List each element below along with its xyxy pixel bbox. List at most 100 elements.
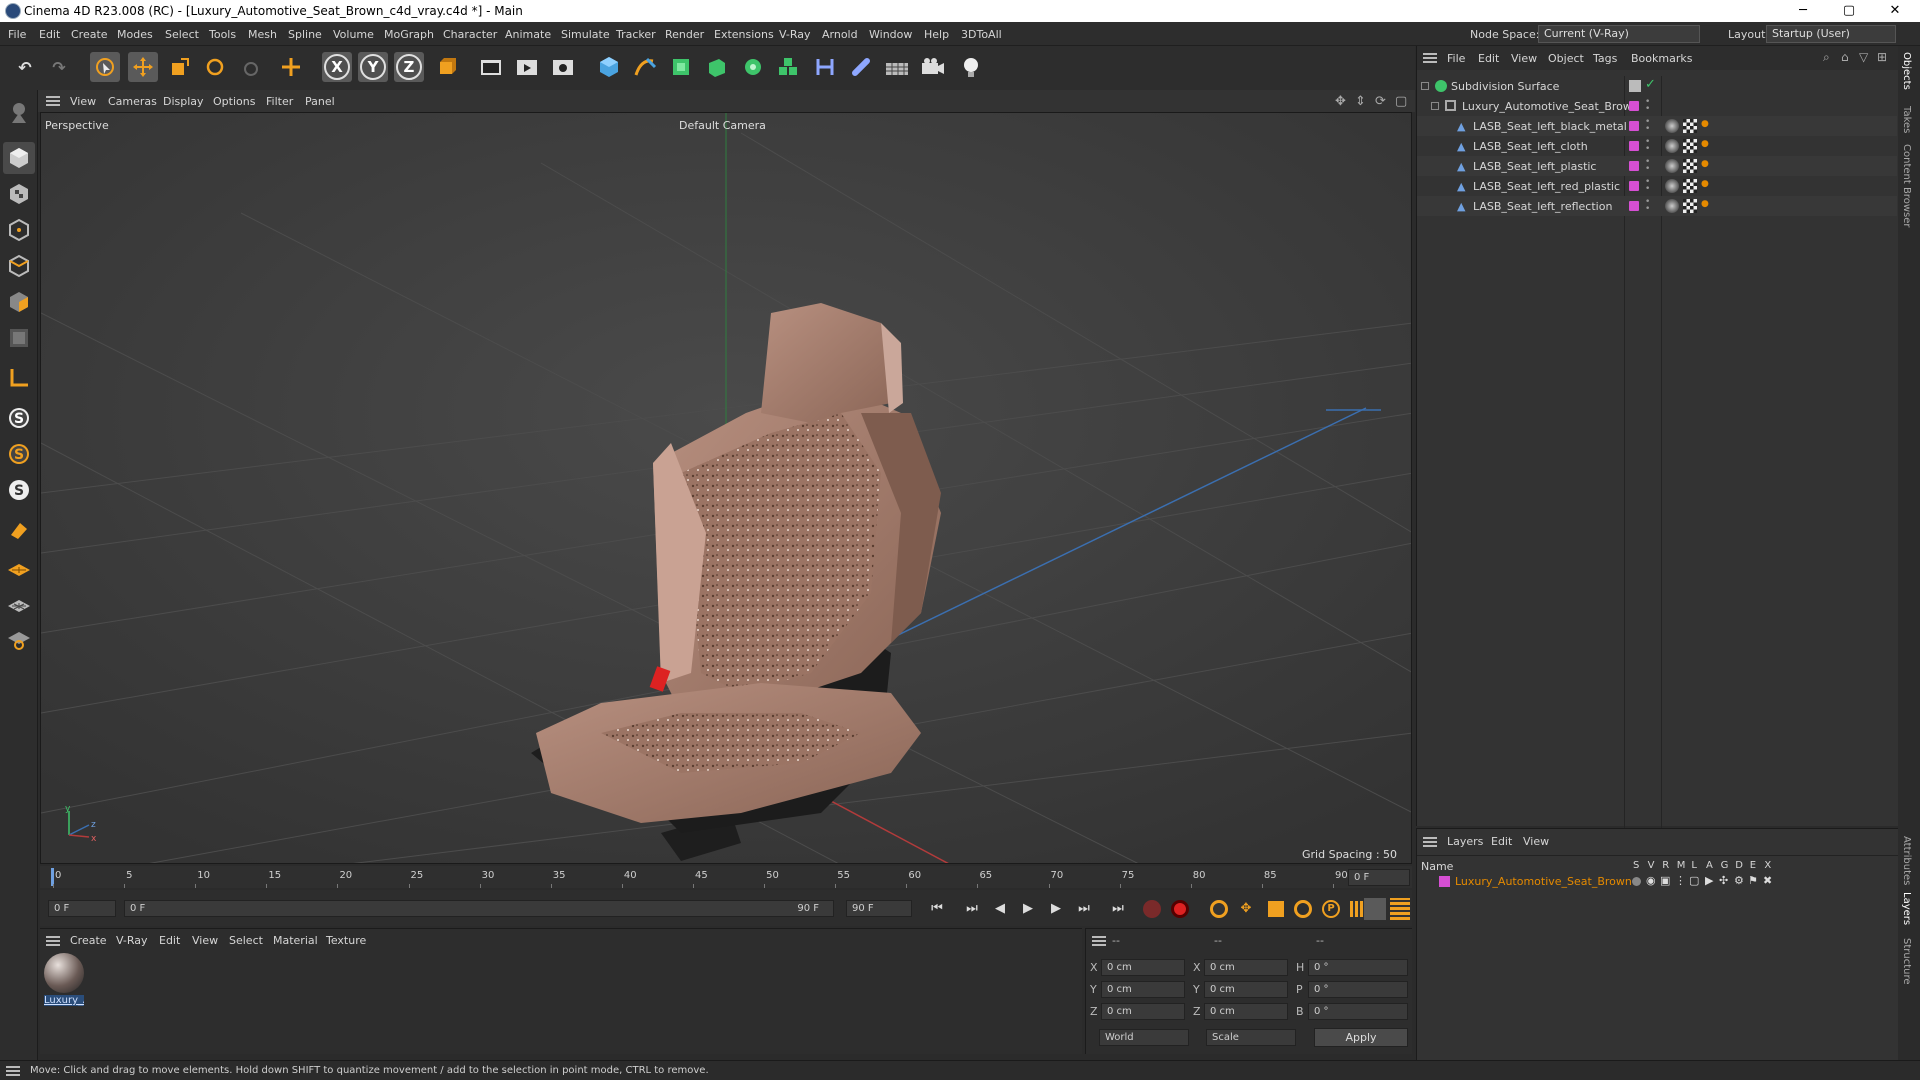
selection-tag-icon[interactable]: ● bbox=[1701, 179, 1709, 189]
polygon-mode-icon[interactable] bbox=[3, 286, 35, 318]
mograph-icon[interactable] bbox=[774, 52, 804, 82]
material-tag-icon[interactable] bbox=[1665, 199, 1679, 213]
layer-color-swatch[interactable] bbox=[1629, 201, 1639, 211]
coordinates-menu-icon[interactable] bbox=[1092, 936, 1106, 946]
viewport-menu-panel[interactable]: Panel bbox=[305, 95, 335, 108]
pos-y-field[interactable]: 0 cm bbox=[1101, 981, 1185, 998]
collapse-icon[interactable] bbox=[1431, 102, 1439, 110]
filter-icon[interactable]: ▽ bbox=[1859, 50, 1868, 64]
view-visible-icon[interactable]: ◉ bbox=[1646, 874, 1656, 887]
viewport-menu-display[interactable]: Display bbox=[163, 95, 204, 108]
cloner-icon[interactable] bbox=[738, 52, 768, 82]
go-to-last-frame-icon[interactable]: ⏭ bbox=[1108, 899, 1128, 919]
create-object-icon[interactable] bbox=[276, 52, 306, 82]
size-y-field[interactable]: 0 cm bbox=[1204, 981, 1288, 998]
size-z-field[interactable]: 0 cm bbox=[1204, 1003, 1288, 1020]
render-visible-icon[interactable]: ▣ bbox=[1660, 874, 1670, 887]
light-icon[interactable] bbox=[956, 52, 986, 82]
timeline-window-icon[interactable] bbox=[1390, 898, 1410, 920]
menu-vray[interactable]: V-Ray bbox=[779, 28, 811, 41]
generators-icon[interactable]: ✣ bbox=[1719, 874, 1728, 887]
material-tag-icon[interactable] bbox=[1665, 139, 1679, 153]
uvw-tag-icon[interactable] bbox=[1683, 139, 1697, 153]
tab-structure[interactable]: Structure bbox=[1901, 938, 1912, 985]
texture-mode-icon[interactable] bbox=[3, 178, 35, 210]
menu-spline[interactable]: Spline bbox=[288, 28, 322, 41]
timeline-ruler[interactable]: 0 5 10 15 20 25 30 35 40 45 50 55 60 65 70 75 80 85 90 0 F bbox=[40, 866, 1412, 888]
menu-render[interactable]: Render bbox=[665, 28, 704, 41]
layer-col-g[interactable]: G bbox=[1721, 860, 1729, 871]
pan-view-icon[interactable]: ✥ bbox=[1335, 94, 1346, 109]
pos-x-field[interactable]: 0 cm bbox=[1101, 959, 1185, 976]
object-row-plastic[interactable]: ▲ LASB_Seat_left_plastic • • ● bbox=[1417, 156, 1897, 176]
expressions-icon[interactable]: ⚑ bbox=[1748, 874, 1758, 887]
layer-menu-layers[interactable]: Layers bbox=[1447, 835, 1483, 848]
extrude-icon[interactable] bbox=[702, 52, 732, 82]
layer-col-a[interactable]: A bbox=[1706, 860, 1713, 871]
key-parameter-icon[interactable]: P bbox=[1322, 900, 1340, 918]
tab-layers[interactable]: Layers bbox=[1901, 892, 1912, 925]
enabled-check-icon[interactable]: ✓ bbox=[1645, 77, 1656, 92]
menu-animate[interactable]: Animate bbox=[505, 28, 551, 41]
material-menu-material[interactable]: Material bbox=[273, 934, 318, 947]
render-picture-viewer-icon[interactable] bbox=[512, 52, 542, 82]
move-tool-icon[interactable] bbox=[128, 52, 158, 82]
viewport-menu-view[interactable]: View bbox=[70, 95, 96, 108]
layer-menu-view[interactable]: View bbox=[1523, 835, 1549, 848]
animation-icon[interactable]: ▶ bbox=[1705, 874, 1713, 887]
key-scale-icon[interactable] bbox=[1268, 901, 1284, 917]
object-row-red-plastic[interactable]: ▲ LASB_Seat_left_red_plastic • • ● bbox=[1417, 176, 1897, 196]
environment-icon[interactable] bbox=[882, 52, 912, 82]
workplane-snap-icon[interactable]: S bbox=[3, 474, 35, 506]
object-row-reflection[interactable]: ▲ LASB_Seat_left_reflection • • ● bbox=[1417, 196, 1897, 216]
maximize-view-icon[interactable]: ▢ bbox=[1395, 94, 1407, 109]
model-mode-icon[interactable] bbox=[3, 142, 35, 174]
material-menu-vray[interactable]: V-Ray bbox=[116, 934, 148, 947]
material-menu-view[interactable]: View bbox=[192, 934, 218, 947]
y-axis-button[interactable]: Y bbox=[358, 52, 388, 82]
current-frame-field[interactable]: 0 F bbox=[1348, 869, 1410, 886]
go-to-end-icon[interactable]: ⏭ bbox=[1074, 899, 1094, 919]
rot-p-field[interactable]: 0 ° bbox=[1308, 981, 1408, 998]
viewport-menu-filter[interactable]: Filter bbox=[266, 95, 293, 108]
key-position-icon[interactable]: ✥ bbox=[1236, 899, 1256, 919]
menu-tracker[interactable]: Tracker bbox=[616, 28, 656, 41]
make-editable-icon[interactable] bbox=[3, 96, 35, 128]
visibility-dots-icon[interactable]: • • bbox=[1645, 178, 1650, 194]
selection-tag-icon[interactable]: ● bbox=[1701, 159, 1709, 169]
viewport-menu-options[interactable]: Options bbox=[213, 95, 255, 108]
layer-menu-edit[interactable]: Edit bbox=[1491, 835, 1512, 848]
menu-character[interactable]: Character bbox=[443, 28, 497, 41]
close-button[interactable]: ✕ bbox=[1872, 0, 1918, 22]
edge-mode-icon[interactable] bbox=[3, 250, 35, 282]
uv-mode-icon[interactable] bbox=[3, 322, 35, 354]
render-settings-icon[interactable] bbox=[548, 52, 578, 82]
selection-tag-icon[interactable]: ● bbox=[1701, 119, 1709, 129]
visibility-dots-icon[interactable]: • • bbox=[1645, 138, 1650, 154]
manager-visible-icon[interactable]: ⋮ bbox=[1675, 874, 1686, 887]
edit-toggle-icon[interactable] bbox=[1629, 80, 1641, 92]
size-x-field[interactable]: 0 cm bbox=[1204, 959, 1288, 976]
scale-tool-icon[interactable] bbox=[165, 52, 195, 82]
step-back-icon[interactable]: ◀ bbox=[990, 899, 1010, 919]
locked-workplane-icon[interactable] bbox=[3, 622, 35, 654]
layer-color-swatch[interactable] bbox=[1629, 121, 1639, 131]
subdivision-icon[interactable] bbox=[666, 52, 696, 82]
end-frame-field[interactable]: 90 F bbox=[846, 900, 912, 917]
workplane-icon[interactable] bbox=[3, 552, 35, 584]
home-icon[interactable]: ⌂ bbox=[1841, 50, 1849, 64]
visibility-dots-icon[interactable]: • • bbox=[1645, 118, 1650, 134]
rot-b-field[interactable]: 0 ° bbox=[1308, 1003, 1408, 1020]
menu-extensions[interactable]: Extensions bbox=[714, 28, 774, 41]
layer-col-r[interactable]: R bbox=[1662, 860, 1669, 871]
menu-arnold[interactable]: Arnold bbox=[822, 28, 858, 41]
object-row-seat-root[interactable]: Luxury_Automotive_Seat_Brown • • bbox=[1417, 96, 1897, 116]
minimize-button[interactable]: ─ bbox=[1780, 0, 1826, 22]
visibility-dots-icon[interactable]: • • bbox=[1645, 98, 1650, 114]
tab-attributes[interactable]: Attributes bbox=[1901, 836, 1912, 885]
autokey-icon[interactable] bbox=[1171, 900, 1189, 918]
node-space-dropdown[interactable]: Current (V-Ray) bbox=[1538, 25, 1700, 43]
material-menu-icon[interactable] bbox=[46, 936, 60, 946]
layer-col-d[interactable]: D bbox=[1735, 860, 1743, 871]
zoom-view-icon[interactable]: ⇕ bbox=[1355, 94, 1366, 109]
